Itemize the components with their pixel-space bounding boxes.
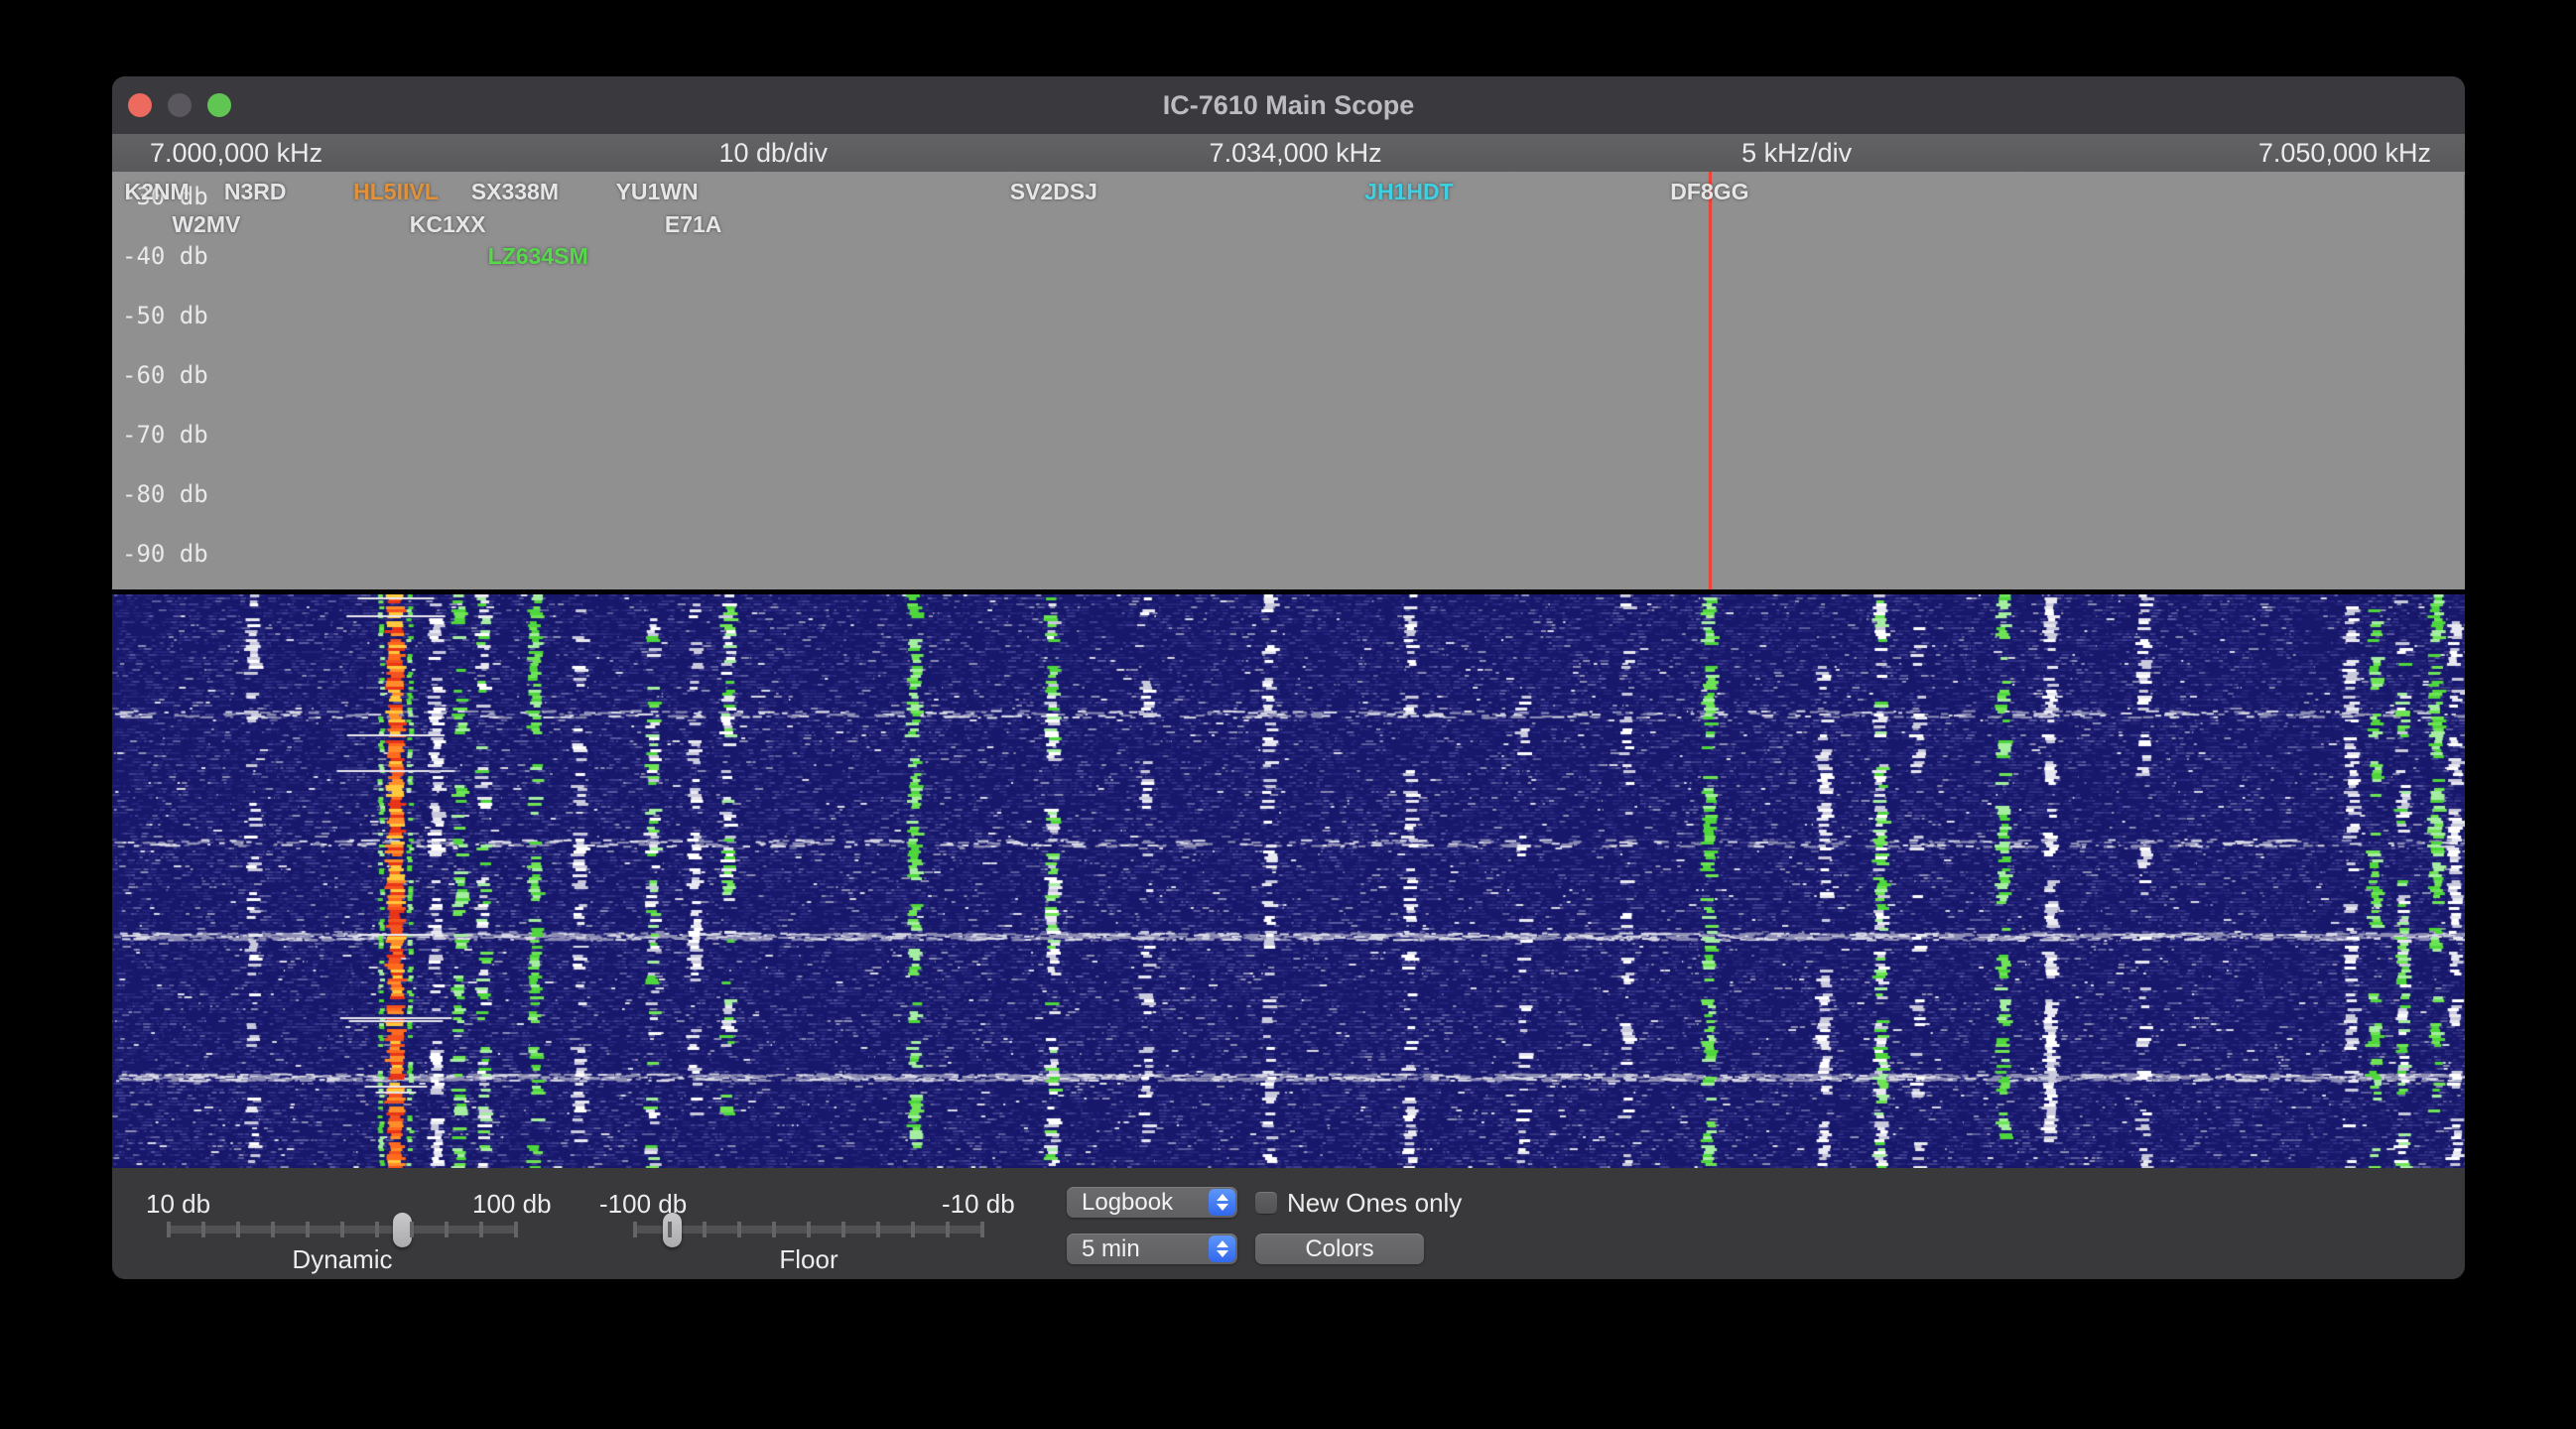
callsign-label-sv2dsj[interactable]: SV2DSJ [1010,179,1097,204]
waterfall-display[interactable] [112,594,2465,1168]
callsign-label-e71a[interactable]: E71A [665,211,722,237]
popup-chevrons-icon [1209,1189,1235,1216]
slider-tick [201,1222,205,1237]
dynamic-label: Dynamic [292,1245,392,1273]
dynamic-slider-thumb[interactable] [393,1213,412,1247]
title-bar[interactable]: IC-7610 Main Scope [112,76,2465,135]
slider-tick [807,1222,811,1237]
callsign-label-hl5iivl[interactable]: HL5IIVL [353,179,439,204]
interval-select[interactable]: 5 min [1067,1234,1237,1264]
slider-tick [668,1222,672,1237]
callsign-label-w2mv[interactable]: W2MV [172,211,240,237]
new-ones-only-label: New Ones only [1287,1189,1462,1217]
frequency-scale-bar: 7.000,000 kHz 10 db/div 7.034,000 kHz 5 … [112,134,2465,172]
freq-start-label: 7.000,000 kHz [150,137,322,169]
slider-tick [911,1222,915,1237]
slider-tick [772,1222,776,1237]
slider-tick [703,1222,707,1237]
slider-tick [306,1222,310,1237]
vfo-frequency-label: 7.034,000 kHz [1210,137,1382,169]
slider-tick [980,1222,984,1237]
freq-end-label: 7.050,000 kHz [2258,137,2431,169]
slider-tick [876,1222,880,1237]
callsign-label-df8gg[interactable]: DF8GG [1670,179,1748,204]
callsign-label-k2nm[interactable]: K2NM [124,179,189,204]
slider-tick [737,1222,741,1237]
slider-tick [514,1222,518,1237]
slider-tick [445,1222,449,1237]
db-axis-label: -60 db [122,362,208,388]
callsign-label-yu1wn[interactable]: YU1WN [616,179,699,204]
window-title: IC-7610 Main Scope [112,76,2465,134]
colors-button[interactable]: Colors [1255,1234,1424,1264]
callsign-label-sx338m[interactable]: SX338M [471,179,559,204]
slider-tick [340,1222,344,1237]
interval-select-value: 5 min [1082,1234,1140,1264]
slider-tick [271,1222,275,1237]
callsign-label-kc1xx[interactable]: KC1XX [410,211,486,237]
slider-tick [841,1222,845,1237]
floor-slider[interactable] [633,1212,984,1247]
dynamic-slider[interactable] [167,1212,518,1247]
popup-chevrons-icon [1209,1235,1235,1262]
slider-tick [236,1222,240,1237]
slider-tick [633,1222,637,1237]
logbook-select[interactable]: Logbook [1067,1187,1237,1218]
slider-tick [410,1222,414,1237]
slider-tick [167,1222,171,1237]
db-axis-label: -80 db [122,481,208,507]
slider-tick [479,1222,483,1237]
callsign-label-jh1hdt[interactable]: JH1HDT [1364,179,1453,204]
logbook-select-value: Logbook [1082,1188,1173,1218]
callsign-label-n3rd[interactable]: N3RD [224,179,287,204]
floor-label: Floor [779,1245,837,1273]
db-axis-label: -40 db [122,243,208,269]
floor-slider-thumb[interactable] [663,1213,682,1247]
new-ones-only-checkbox[interactable] [1255,1192,1277,1214]
db-axis-label: -50 db [122,303,208,328]
db-axis-label: -90 db [122,541,208,567]
khz-per-div-label: 5 kHz/div [1741,137,1852,169]
db-per-div-label: 10 db/div [718,137,828,169]
slider-tick [375,1222,379,1237]
callsign-label-lz634sm[interactable]: LZ634SM [488,243,588,269]
db-axis-label: -70 db [122,422,208,448]
slider-tick [946,1222,950,1237]
app-window: IC-7610 Main Scope 7.000,000 kHz 10 db/d… [112,76,2465,1279]
